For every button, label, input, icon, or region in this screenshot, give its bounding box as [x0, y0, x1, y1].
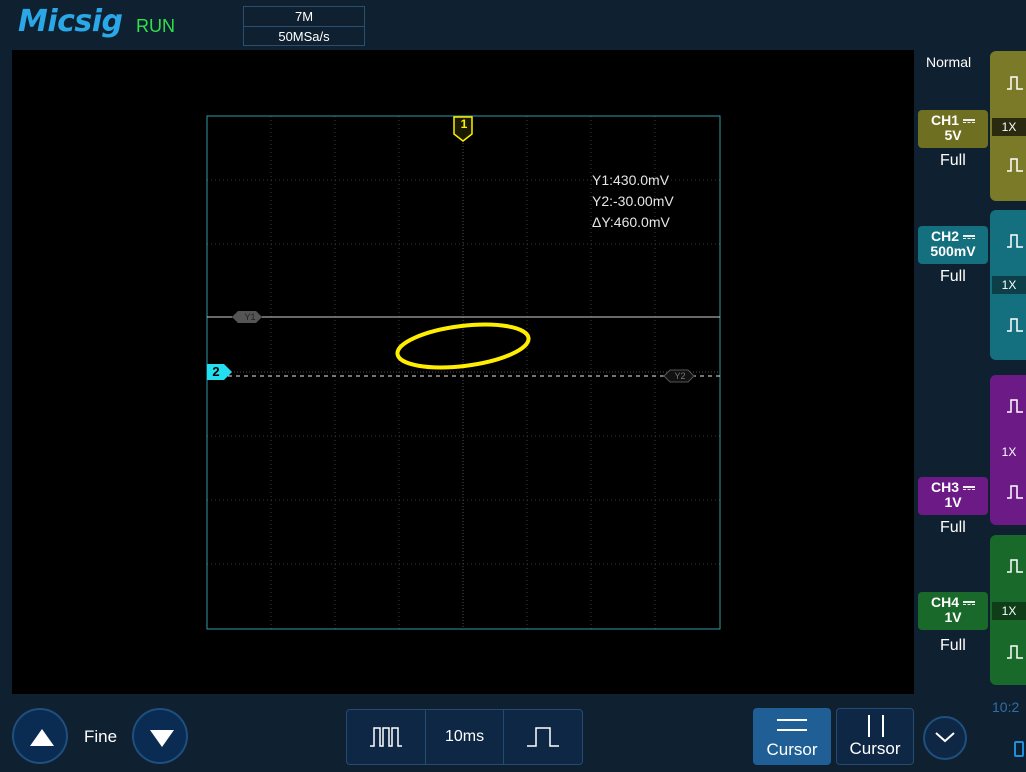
vertical-cursor-icon: [868, 715, 884, 737]
system-clock: 10:2: [992, 699, 1020, 715]
waveform-overlay: [206, 115, 721, 630]
pulse-icon[interactable]: [1006, 232, 1024, 250]
ch2-bandwidth[interactable]: Full: [940, 268, 966, 286]
ch2-scale: 500mV: [930, 243, 976, 259]
dc-coupling-icon: [963, 235, 975, 240]
cursor-y1-readout: Y1:430.0mV: [592, 172, 670, 188]
pulse-icon[interactable]: [1006, 643, 1024, 661]
ch3-probe[interactable]: 1X: [992, 443, 1026, 461]
chevron-down-icon: [935, 732, 955, 743]
trigger-mode[interactable]: Normal: [926, 54, 971, 70]
pulse-icon[interactable]: [1006, 156, 1024, 174]
pulse-icon[interactable]: [1006, 483, 1024, 501]
ch2-probe[interactable]: 1X: [992, 276, 1026, 294]
horizontal-cursor-button[interactable]: Cursor: [753, 708, 831, 765]
ch3-name: CH3: [930, 479, 959, 495]
ch1-bandwidth[interactable]: Full: [940, 152, 966, 170]
ch1-probe[interactable]: 1X: [992, 118, 1026, 136]
ch3-bandwidth[interactable]: Full: [940, 519, 966, 537]
timebase-increase-button[interactable]: [504, 710, 582, 764]
up-button[interactable]: [12, 708, 68, 764]
ch4-scale: 1V: [944, 609, 962, 625]
dc-coupling-icon: [963, 486, 975, 491]
triangle-down-icon: [150, 730, 174, 747]
ch3-badge[interactable]: CH3 1V: [918, 477, 988, 515]
pulse-train-icon: [369, 727, 402, 747]
ch1-marker-label: 1: [460, 117, 468, 131]
timebase-value[interactable]: 10ms: [426, 710, 505, 764]
timebase-decrease-button[interactable]: [347, 710, 426, 764]
oscilloscope-app: Micsig RUN 7M 50MSa/s 1 2 Y1 Y2 Y1:430.0…: [0, 0, 1026, 772]
horizontal-cursor-icon: [777, 719, 807, 731]
ch2-name: CH2: [930, 228, 959, 244]
ch3-scale: 1V: [944, 494, 962, 510]
ch4-badge[interactable]: CH4 1V: [918, 592, 988, 630]
fine-label[interactable]: Fine: [84, 727, 117, 747]
single-pulse-icon: [527, 727, 560, 747]
dc-coupling-icon: [963, 601, 975, 606]
horizontal-cursor-label: Cursor: [766, 740, 818, 759]
xy-lissajous-trace: [395, 322, 531, 370]
cursor-delta-readout: ΔY:460.0mV: [592, 214, 670, 230]
ch2-marker-label: 2: [212, 364, 220, 379]
down-button[interactable]: [132, 708, 188, 764]
y1-tag-label: Y1: [244, 312, 256, 322]
expand-menu-button[interactable]: [923, 716, 967, 760]
pulse-icon[interactable]: [1006, 397, 1024, 415]
pulse-icon[interactable]: [1006, 557, 1024, 575]
timebase-control: 10ms: [346, 709, 583, 765]
ch1-scale: 5V: [944, 127, 962, 143]
pulse-icon[interactable]: [1006, 316, 1024, 334]
ch4-bandwidth[interactable]: Full: [940, 637, 966, 655]
triangle-up-icon: [30, 729, 54, 746]
ch2-badge[interactable]: CH2 500mV: [918, 226, 988, 264]
ch4-probe[interactable]: 1X: [992, 602, 1026, 620]
battery-icon: [1014, 741, 1024, 757]
cursor-y2-readout: Y2:-30.00mV: [592, 193, 674, 209]
ch4-name: CH4: [930, 594, 959, 610]
vertical-cursor-button[interactable]: Cursor: [836, 708, 914, 765]
vertical-cursor-label: Cursor: [849, 739, 901, 758]
y2-tag-label: Y2: [674, 371, 686, 381]
dc-coupling-icon: [963, 119, 975, 124]
ch1-badge[interactable]: CH1 5V: [918, 110, 988, 148]
pulse-icon[interactable]: [1006, 74, 1024, 92]
ch1-name: CH1: [930, 112, 959, 128]
